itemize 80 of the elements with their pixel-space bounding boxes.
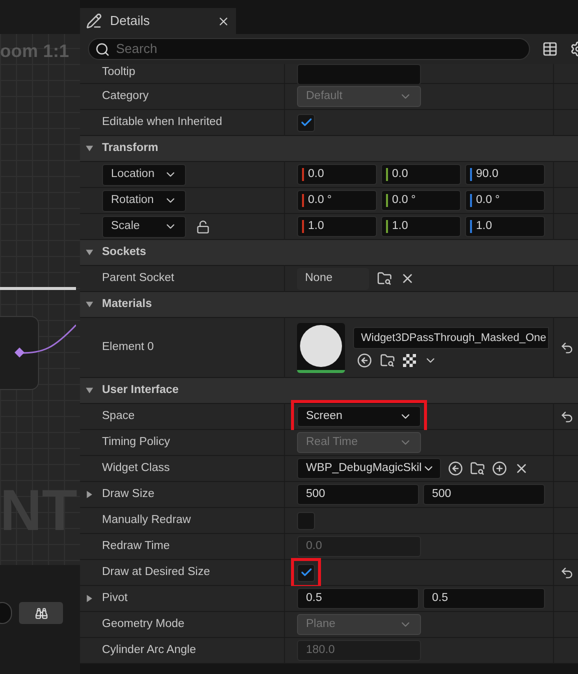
- number-field[interactable]: 500: [297, 484, 419, 505]
- reset-icon[interactable]: [560, 566, 574, 580]
- use-selected-icon[interactable]: [448, 461, 463, 476]
- collapse-arrow-icon[interactable]: [85, 300, 94, 309]
- property-label: Pivot: [102, 590, 128, 606]
- number-field[interactable]: 0.0 °: [381, 190, 461, 211]
- property-label: Editable when Inherited: [102, 114, 222, 130]
- check-icon: [300, 116, 312, 129]
- class-dropdown[interactable]: WBP_DebugMagicSkil: [297, 458, 441, 479]
- check-icon: [300, 566, 312, 579]
- number-field[interactable]: 90.0: [465, 164, 545, 185]
- find-button[interactable]: [19, 602, 63, 624]
- section-header[interactable]: Transform: [80, 136, 578, 162]
- material-field[interactable]: Widget3DPassThrough_Masked_One: [353, 327, 549, 349]
- number-field[interactable]: 0.0: [381, 164, 461, 185]
- collapse-arrow-icon[interactable]: [85, 248, 94, 257]
- clear-icon[interactable]: [514, 461, 529, 476]
- binoculars-icon: [34, 606, 48, 620]
- expand-arrow-icon[interactable]: [85, 594, 94, 603]
- text-field[interactable]: [297, 64, 421, 85]
- property-label: Cylinder Arc Angle: [102, 642, 196, 658]
- property-label: Redraw Time: [102, 538, 170, 554]
- section-header[interactable]: Sockets: [80, 240, 578, 266]
- add-icon[interactable]: [492, 461, 507, 476]
- reset-icon[interactable]: [560, 410, 574, 424]
- checkbox[interactable]: [297, 114, 315, 132]
- table-icon[interactable]: [542, 41, 558, 57]
- section-title: User Interface: [102, 382, 179, 398]
- transform-dropdown[interactable]: Location: [102, 164, 186, 186]
- clear-icon[interactable]: [400, 271, 415, 286]
- transform-dropdown[interactable]: Rotation: [102, 190, 186, 212]
- number-field[interactable]: 1.0: [465, 216, 545, 237]
- section-header[interactable]: User Interface: [80, 378, 578, 404]
- search-bar[interactable]: Search: [88, 38, 530, 60]
- reset-icon[interactable]: [560, 340, 574, 354]
- socket-field[interactable]: None: [297, 268, 369, 290]
- sphere-preview: [300, 325, 342, 367]
- section-header[interactable]: Materials: [80, 292, 578, 318]
- number-field[interactable]: 0.0: [297, 164, 377, 185]
- number-field[interactable]: 0.5: [423, 588, 545, 609]
- property-label: Manually Redraw: [102, 512, 191, 528]
- number-field[interactable]: 0.0 °: [297, 190, 377, 211]
- collapse-arrow-icon[interactable]: [85, 144, 94, 153]
- close-icon[interactable]: [217, 14, 230, 28]
- tab-title: Details: [110, 12, 151, 30]
- number-field[interactable]: 1.0: [297, 216, 377, 237]
- pencil-icon: [86, 13, 102, 29]
- property-label: Parent Socket: [102, 270, 174, 286]
- number-field[interactable]: 1.0: [381, 216, 461, 237]
- property-label: Geometry Mode: [102, 616, 184, 632]
- number-field[interactable]: 0.5: [297, 588, 419, 609]
- section-title: Sockets: [102, 244, 146, 260]
- details-tab[interactable]: Details: [80, 8, 236, 34]
- section-title: Materials: [102, 296, 152, 312]
- property-label: Space: [102, 408, 135, 424]
- expand-arrow-icon[interactable]: [85, 490, 94, 499]
- checkbox[interactable]: [297, 512, 315, 530]
- section-title: Transform: [102, 140, 158, 156]
- property-label: Element 0: [102, 340, 154, 355]
- property-label: Draw Size: [102, 486, 154, 502]
- collapse-arrow-icon[interactable]: [85, 386, 94, 395]
- checker-icon[interactable]: [403, 354, 416, 367]
- unlock-icon[interactable]: [196, 220, 210, 234]
- property-label: Tooltip: [102, 65, 136, 80]
- browse-icon[interactable]: [470, 461, 485, 476]
- browse-icon[interactable]: [380, 353, 395, 368]
- number-field[interactable]: 500: [423, 484, 545, 505]
- property-label: Category: [102, 88, 149, 104]
- property-label: Timing Policy: [102, 434, 170, 450]
- material-thumbnail[interactable]: [297, 322, 345, 372]
- use-selected-icon[interactable]: [357, 353, 372, 368]
- transform-dropdown[interactable]: Scale: [102, 216, 186, 238]
- property-label: Draw at Desired Size: [102, 564, 210, 580]
- search-icon: [95, 42, 110, 56]
- wire-drawing: [14, 323, 76, 359]
- property-label: Widget Class: [102, 460, 170, 476]
- browse-icon[interactable]: [377, 271, 392, 286]
- dropdown[interactable]: Screen: [297, 406, 421, 427]
- checkbox[interactable]: [297, 564, 315, 582]
- number-field[interactable]: 0.0 °: [465, 190, 545, 211]
